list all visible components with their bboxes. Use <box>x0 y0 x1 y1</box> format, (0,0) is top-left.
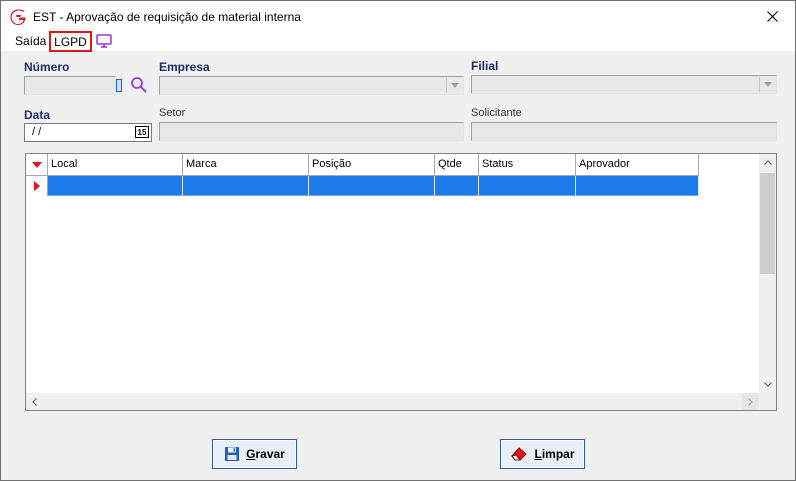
column-header-local[interactable]: Local <box>48 154 183 176</box>
gravar-button[interactable]: Gravar <box>212 439 297 469</box>
scrollbar-corner <box>759 393 776 410</box>
eraser-icon <box>511 447 528 461</box>
text-cursor-marker <box>116 79 122 92</box>
chevron-down-icon <box>450 83 459 88</box>
chevron-up-icon <box>763 160 772 165</box>
cell-qtde[interactable] <box>435 176 479 196</box>
column-header-posicao[interactable]: Posição <box>309 154 435 176</box>
title-bar: EST - Aprovação de requisição de materia… <box>1 1 795 31</box>
filial-dropdown-arrow[interactable] <box>759 77 775 92</box>
floppy-disk-icon <box>225 447 240 461</box>
scroll-up-button[interactable] <box>759 154 776 171</box>
data-input[interactable]: / / 15 <box>24 123 152 142</box>
empresa-label: Empresa <box>159 60 210 74</box>
chevron-down-icon <box>763 382 772 387</box>
solicitante-input[interactable] <box>471 122 777 141</box>
data-value: / / <box>32 126 42 138</box>
column-header-status[interactable]: Status <box>479 154 576 176</box>
scroll-left-button[interactable] <box>26 393 43 410</box>
menu-bar: Saída LGPD <box>1 31 795 52</box>
horizontal-scroll-track[interactable] <box>44 394 724 409</box>
grid-header: Local Marca Posição Qtde Status Aprovado… <box>26 154 699 176</box>
setor-label: Setor <box>159 107 186 119</box>
cell-status[interactable] <box>479 176 576 196</box>
calendar-button[interactable]: 15 <box>135 126 149 138</box>
cell-aprovador[interactable] <box>576 176 699 196</box>
close-icon <box>766 10 778 22</box>
column-header-marca[interactable]: Marca <box>183 154 309 176</box>
numero-label: Número <box>24 60 70 74</box>
vertical-scrollbar[interactable] <box>759 154 776 393</box>
search-icon[interactable] <box>130 76 148 94</box>
window-title: EST - Aprovação de requisição de materia… <box>33 10 301 24</box>
app-logo-icon <box>10 9 26 25</box>
filial-label: Filial <box>471 59 499 73</box>
close-button[interactable] <box>749 1 795 31</box>
row-pointer <box>26 176 48 196</box>
grid-menu-button[interactable] <box>26 154 48 176</box>
data-label: Data <box>24 108 51 122</box>
setor-input[interactable] <box>159 122 464 141</box>
filial-select[interactable] <box>471 75 777 94</box>
triangle-down-icon <box>31 161 42 168</box>
scroll-right-button[interactable] <box>742 393 759 410</box>
main-window: EST - Aprovação de requisição de materia… <box>0 0 796 481</box>
limpar-button-label: Limpar <box>534 447 575 461</box>
chevron-right-icon <box>748 397 753 406</box>
cell-posicao[interactable] <box>309 176 435 196</box>
monitor-icon[interactable] <box>96 34 112 48</box>
numero-input[interactable] <box>24 76 116 95</box>
column-header-aprovador[interactable]: Aprovador <box>576 154 699 176</box>
scroll-down-button[interactable] <box>759 376 776 393</box>
solicitante-label: Solicitante <box>471 107 522 119</box>
limpar-button[interactable]: Limpar <box>500 439 585 469</box>
menu-item-lgpd[interactable]: LGPD <box>49 31 92 52</box>
empresa-select[interactable] <box>159 76 464 95</box>
menu-item-saida[interactable]: Saída <box>15 34 46 48</box>
chevron-left-icon <box>32 397 37 406</box>
cell-marca[interactable] <box>183 176 309 196</box>
chevron-down-icon <box>763 82 772 87</box>
triangle-right-icon <box>33 181 40 191</box>
horizontal-scrollbar[interactable] <box>26 393 759 410</box>
column-header-qtde[interactable]: Qtde <box>435 154 479 176</box>
cell-local[interactable] <box>48 176 183 196</box>
table-row[interactable] <box>26 176 699 196</box>
vertical-scroll-thumb[interactable] <box>760 173 775 274</box>
empresa-dropdown-arrow[interactable] <box>446 78 462 93</box>
items-grid[interactable]: Local Marca Posição Qtde Status Aprovado… <box>25 153 777 411</box>
gravar-button-label: Gravar <box>246 447 285 461</box>
